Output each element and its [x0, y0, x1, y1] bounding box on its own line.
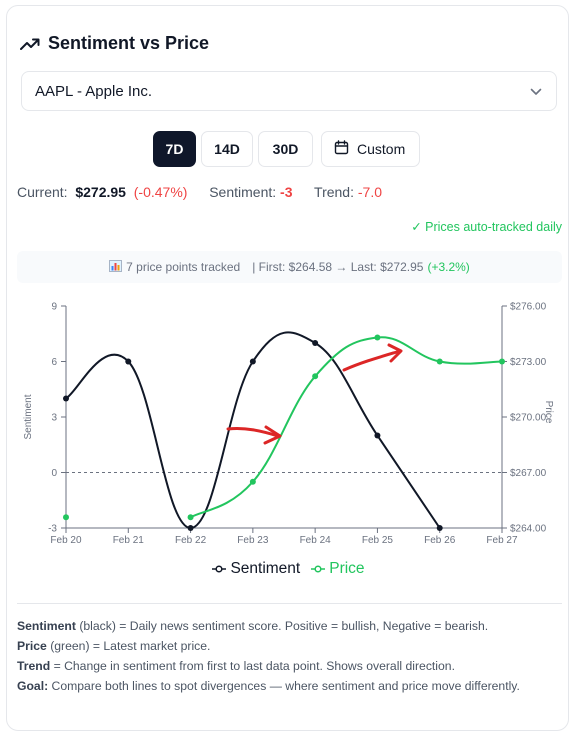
current-change: (-0.47%)	[133, 184, 188, 200]
sentiment-point	[187, 525, 194, 531]
y-tick-label: 0	[51, 468, 57, 479]
price-point	[499, 358, 505, 365]
sentiment-point	[312, 340, 319, 346]
trend-value: -7.0	[357, 184, 382, 200]
sentiment-price-chart: 9 6 3 0 -3 $276.00 $273.00 $270.00 $267.00 $264.0…	[23, 302, 554, 547]
tracked-change: (+3.2%)	[427, 260, 470, 274]
y-axis-title: Sentiment	[23, 394, 34, 439]
range-selector: 7D 14D 30D Custom	[153, 131, 421, 167]
chart-notes: Sentiment (black) = Daily news sentiment…	[17, 616, 557, 696]
card-header: Sentiment vs Price	[20, 33, 209, 54]
x-tick-label: Feb 23	[237, 535, 269, 546]
x-tick-label: Feb 27	[486, 535, 518, 546]
y2-tick-label: $270.00	[510, 413, 547, 424]
tracked-summary-bar: 7 price points tracked | First: $264.58 …	[17, 251, 562, 283]
legend-price-label: Price	[329, 560, 365, 577]
legend-sentiment-marker	[212, 565, 227, 573]
note-trend: Trend = Change in sentiment from first t…	[17, 659, 455, 673]
sentiment-label: Sentiment:	[209, 184, 277, 200]
sentiment-point	[125, 358, 132, 365]
range-30d-button[interactable]: 30D	[258, 131, 313, 167]
x-tick-label: Feb 26	[424, 535, 456, 546]
price-point	[374, 334, 381, 341]
price-point	[63, 514, 69, 521]
tracked-range: | First: $264.58 → Last: $272.95	[252, 260, 424, 274]
note-sentiment: Sentiment (black) = Daily news sentiment…	[17, 619, 489, 633]
legend-item-sentiment[interactable]: Sentiment	[211, 560, 300, 578]
y2-tick-label: $273.00	[510, 357, 547, 368]
sentiment-value: -3	[280, 184, 293, 200]
price-point	[187, 514, 194, 521]
trending-up-icon	[20, 37, 40, 51]
price-point	[312, 373, 319, 380]
note-price: Price (green) = Latest market price.	[17, 639, 211, 653]
sentiment-point	[63, 395, 69, 402]
bar-chart-icon	[109, 259, 123, 275]
legend-price-marker	[311, 565, 326, 573]
y2-tick-label: $267.00	[510, 468, 547, 479]
x-tick-label: Feb 22	[175, 535, 207, 546]
notes-divider	[17, 603, 562, 604]
card-title: Sentiment vs Price	[48, 33, 210, 53]
current-label: Current:	[17, 184, 68, 200]
calendar-icon	[334, 140, 349, 158]
auto-tracked-note: ✓ Prices auto-tracked daily	[411, 220, 562, 234]
y-tick-label: 9	[51, 302, 57, 313]
legend-sentiment-label: Sentiment	[230, 560, 301, 577]
x-tick-label: Feb 25	[362, 535, 394, 546]
x-tick-label: Feb 24	[300, 535, 332, 546]
stock-select[interactable]: AAPL - Apple Inc.	[21, 71, 557, 111]
custom-range-button[interactable]: Custom	[321, 131, 421, 167]
custom-range-label: Custom	[357, 141, 406, 157]
chart-legend: Sentiment Price	[0, 560, 576, 578]
y-tick-label: -3	[48, 524, 57, 535]
stats-row: Current: $272.95 (-0.47%) Sentiment: -3 …	[17, 184, 382, 200]
range-7d-button[interactable]: 7D	[153, 131, 196, 167]
sentiment-point	[249, 358, 256, 365]
sentiment-point	[374, 432, 381, 439]
stock-select-value: AAPL - Apple Inc.	[35, 82, 153, 100]
y2-tick-label: $276.00	[510, 302, 547, 313]
sentiment-point	[436, 525, 443, 531]
x-tick-label: Feb 20	[50, 535, 82, 546]
y2-tick-label: $264.00	[510, 524, 547, 535]
y2-axis-title: Price	[543, 401, 554, 424]
current-price: $272.95	[75, 184, 126, 200]
chevron-down-icon	[530, 83, 542, 100]
tracked-count: 7 price points tracked	[126, 260, 241, 274]
range-14d-button[interactable]: 14D	[201, 131, 253, 167]
x-tick-label: Feb 21	[113, 535, 145, 546]
y-tick-label: 6	[51, 357, 57, 368]
price-point	[436, 358, 443, 365]
note-goal: Goal: Compare both lines to spot diverge…	[17, 679, 520, 693]
y-tick-label: 3	[51, 413, 57, 424]
legend-item-price[interactable]: Price	[310, 560, 365, 578]
trend-label: Trend:	[314, 184, 354, 200]
price-point	[249, 478, 256, 485]
